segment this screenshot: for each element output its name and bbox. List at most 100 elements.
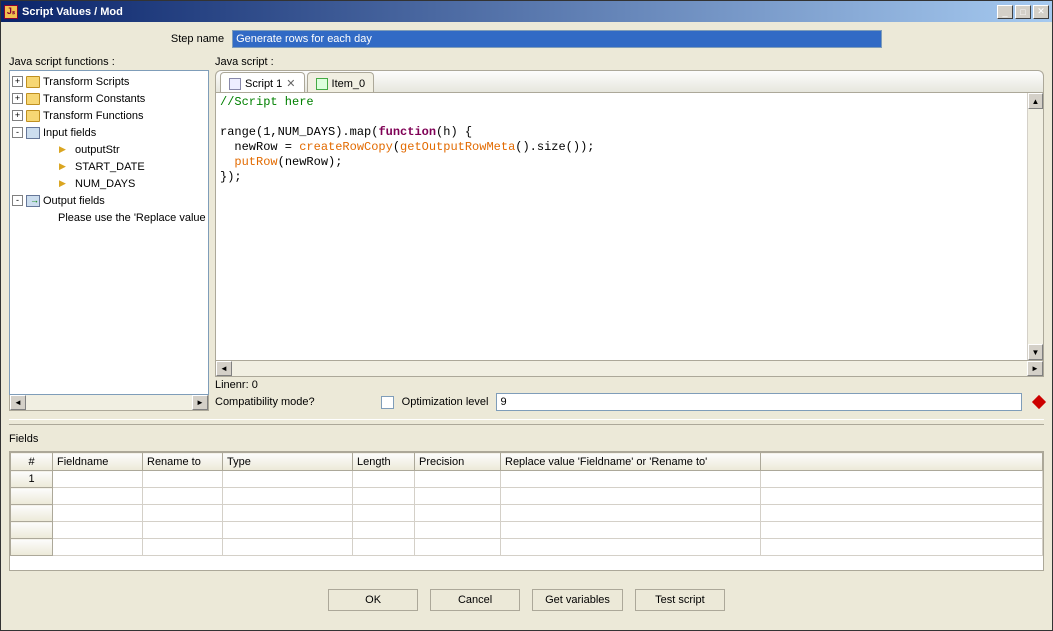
step-name-input[interactable] — [232, 30, 882, 48]
table-cell[interactable] — [223, 471, 353, 488]
table-cell[interactable] — [143, 488, 223, 505]
column-header[interactable]: Fieldname — [53, 453, 143, 471]
table-cell[interactable] — [501, 505, 761, 522]
table-cell[interactable] — [353, 488, 415, 505]
column-header[interactable]: Length — [353, 453, 415, 471]
table-cell[interactable] — [501, 471, 761, 488]
scroll-right-icon[interactable]: ► — [192, 395, 208, 410]
tree-item[interactable]: + Transform Functions — [12, 107, 206, 124]
table-cell[interactable] — [761, 488, 1043, 505]
scroll-down-icon[interactable]: ▼ — [1028, 344, 1043, 360]
cancel-button[interactable]: Cancel — [430, 589, 520, 611]
tree-item[interactable]: +Transform Scripts — [12, 73, 206, 90]
table-cell[interactable] — [223, 488, 353, 505]
table-cell[interactable] — [11, 539, 53, 556]
table-cell[interactable] — [415, 505, 501, 522]
scroll-left-icon[interactable]: ◄ — [216, 361, 232, 376]
column-header[interactable]: # — [11, 453, 53, 471]
variable-indicator-icon[interactable] — [1032, 395, 1046, 409]
scroll-up-icon[interactable]: ▲ — [1028, 93, 1043, 109]
expand-icon[interactable]: + — [12, 76, 23, 87]
tree-item[interactable]: -Output fields — [12, 192, 206, 209]
tree-item[interactable]: Please use the 'Replace value — [12, 209, 206, 226]
table-cell[interactable] — [761, 522, 1043, 539]
tree-item-label: Transform Functions — [43, 110, 143, 122]
table-cell[interactable] — [11, 505, 53, 522]
close-button[interactable]: ✕ — [1033, 5, 1049, 19]
column-header[interactable]: Type — [223, 453, 353, 471]
table-cell[interactable] — [415, 522, 501, 539]
table-cell[interactable] — [143, 522, 223, 539]
scroll-left-icon[interactable]: ◄ — [10, 395, 26, 410]
get-variables-button[interactable]: Get variables — [532, 589, 623, 611]
table-row[interactable]: 1 — [11, 471, 1043, 488]
table-cell[interactable] — [761, 471, 1043, 488]
opt-level-input[interactable] — [496, 393, 1022, 411]
table-cell[interactable] — [53, 471, 143, 488]
table-cell[interactable] — [53, 505, 143, 522]
test-script-button[interactable]: Test script — [635, 589, 725, 611]
tree-item[interactable]: outputStr — [12, 141, 206, 158]
minimize-button[interactable]: _ — [997, 5, 1013, 19]
table-cell[interactable] — [53, 539, 143, 556]
compat-checkbox[interactable] — [381, 396, 394, 409]
tab-script-1[interactable]: Script 1 ✕ — [220, 72, 305, 92]
column-header[interactable]: Rename to — [143, 453, 223, 471]
table-cell[interactable] — [143, 539, 223, 556]
table-cell[interactable] — [761, 539, 1043, 556]
editor-hscroll[interactable]: ◄ ► — [215, 361, 1044, 377]
expand-icon[interactable]: - — [12, 127, 23, 138]
code-editor[interactable]: //Script here range(1,NUM_DAYS).map(func… — [216, 93, 1027, 360]
column-header[interactable]: Replace value 'Fieldname' or 'Rename to' — [501, 453, 761, 471]
table-cell[interactable] — [415, 539, 501, 556]
fields-grid[interactable]: #FieldnameRename toTypeLengthPrecisionRe… — [9, 451, 1044, 571]
functions-tree[interactable]: +Transform Scripts+Transform Constants+T… — [9, 70, 209, 395]
separator[interactable] — [9, 419, 1044, 425]
tab-item-0[interactable]: Item_0 — [307, 72, 375, 92]
maximize-button[interactable]: □ — [1015, 5, 1031, 19]
tree-item[interactable]: NUM_DAYS — [12, 175, 206, 192]
table-cell[interactable] — [761, 505, 1043, 522]
table-cell[interactable] — [353, 505, 415, 522]
expand-icon[interactable]: - — [12, 195, 23, 206]
tree-item[interactable]: +Transform Constants — [12, 90, 206, 107]
table-row[interactable] — [11, 488, 1043, 505]
scroll-right-icon[interactable]: ► — [1027, 361, 1043, 376]
table-cell[interactable] — [143, 505, 223, 522]
table-cell[interactable] — [223, 505, 353, 522]
table-cell[interactable] — [53, 522, 143, 539]
window-title: Script Values / Mod — [22, 6, 995, 18]
tree-hscroll[interactable]: ◄ ► — [9, 395, 209, 411]
ok-button[interactable]: OK — [328, 589, 418, 611]
table-row[interactable] — [11, 505, 1043, 522]
expand-icon[interactable]: + — [12, 110, 23, 121]
expand-icon[interactable]: + — [12, 93, 23, 104]
close-tab-icon[interactable]: ✕ — [286, 77, 295, 90]
table-cell[interactable] — [415, 488, 501, 505]
table-cell[interactable]: 1 — [11, 471, 53, 488]
button-row: OK Cancel Get variables Test script — [9, 589, 1044, 611]
table-cell[interactable] — [11, 488, 53, 505]
table-cell[interactable] — [353, 471, 415, 488]
editor-vscroll[interactable]: ▲ ▼ — [1027, 93, 1043, 360]
table-cell[interactable] — [353, 539, 415, 556]
table-cell[interactable] — [143, 471, 223, 488]
table-cell[interactable] — [501, 539, 761, 556]
table-cell[interactable] — [501, 488, 761, 505]
table-cell[interactable] — [223, 539, 353, 556]
column-header[interactable] — [761, 453, 1043, 471]
table-row[interactable] — [11, 522, 1043, 539]
column-header[interactable]: Precision — [415, 453, 501, 471]
table-cell[interactable] — [223, 522, 353, 539]
field-icon — [58, 144, 72, 156]
table-row[interactable] — [11, 539, 1043, 556]
app-icon: Jₛ — [4, 5, 18, 19]
table-cell[interactable] — [11, 522, 53, 539]
tree-item[interactable]: -Input fields — [12, 124, 206, 141]
table-cell[interactable] — [501, 522, 761, 539]
tree-item[interactable]: START_DATE — [12, 158, 206, 175]
table-cell[interactable] — [415, 471, 501, 488]
dialog-window: Jₛ Script Values / Mod _ □ ✕ Step name J… — [0, 0, 1053, 631]
table-cell[interactable] — [53, 488, 143, 505]
table-cell[interactable] — [353, 522, 415, 539]
